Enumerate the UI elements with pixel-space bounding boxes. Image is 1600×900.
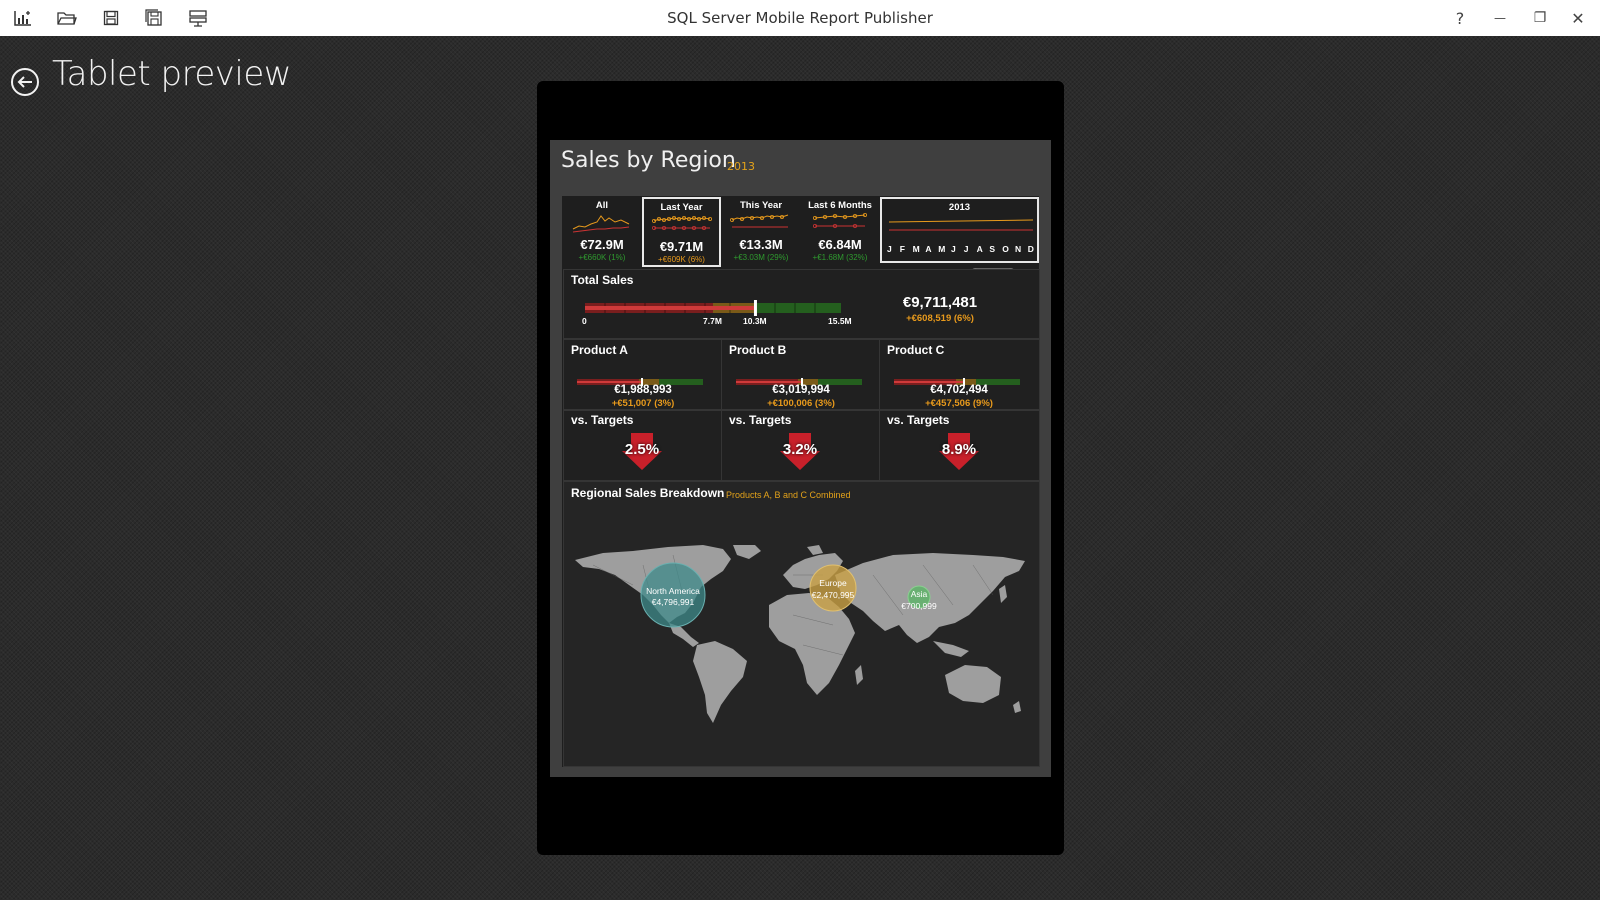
product-value: €1,988,993 xyxy=(614,384,672,396)
timeline-month[interactable]: F xyxy=(900,244,905,254)
timeline-month[interactable]: A xyxy=(925,244,931,254)
back-arrow-icon xyxy=(11,68,39,96)
help-icon: ? xyxy=(1455,8,1465,28)
product-name: Product C xyxy=(887,343,945,357)
timeline-month[interactable]: J xyxy=(964,244,969,254)
sparkline xyxy=(730,214,789,228)
gauge-tick: 15.5M xyxy=(828,316,852,326)
timeline-month[interactable]: M xyxy=(913,244,920,254)
filter-delta: +€609K (6%) xyxy=(658,255,705,264)
dashboard-title: Sales by Region xyxy=(561,148,736,173)
regional-subtitle: Products A, B and C Combined xyxy=(726,490,851,500)
product-delta: +€51,007 (3%) xyxy=(611,398,675,409)
product-name: Product A xyxy=(571,343,628,357)
filter-delta: +€660K (1%) xyxy=(578,253,626,262)
page-title: Tablet preview xyxy=(52,54,292,94)
product-delta: +€457,506 (9%) xyxy=(925,398,993,409)
filter-delta: +€3.03M (29%) xyxy=(733,253,789,262)
restore-icon: ❐ xyxy=(1533,10,1547,26)
bubble-region-label: Asia xyxy=(910,589,928,599)
target-label: vs. Targets xyxy=(729,413,792,427)
help-button[interactable]: ? xyxy=(1442,4,1478,32)
dashboard-year: 2013 xyxy=(727,160,755,173)
gauge-tick: 7.7M xyxy=(703,316,722,326)
filter-delta: +€1.68M (32%) xyxy=(812,253,868,262)
timeline-month[interactable]: D xyxy=(1028,244,1034,254)
close-icon: ✕ xyxy=(1571,8,1585,28)
regional-title: Regional Sales Breakdown xyxy=(571,486,725,500)
timeline-month[interactable]: M xyxy=(938,244,945,254)
target-label: vs. Targets xyxy=(887,413,950,427)
total-sales-label: Total Sales xyxy=(571,273,634,287)
filter-tile-all[interactable]: All €72.9M +€660K (1%) xyxy=(563,197,641,267)
filter-value: €72.9M xyxy=(580,237,624,252)
app-title: SQL Server Mobile Report Publisher xyxy=(667,9,933,27)
target-percent: 3.2% xyxy=(782,441,818,458)
sparkline xyxy=(652,216,713,230)
bubble-value-label: €2,470,995 xyxy=(811,590,855,600)
close-button[interactable]: ✕ xyxy=(1560,4,1596,32)
timeline-month[interactable]: O xyxy=(1002,244,1009,254)
filter-label: This Year xyxy=(739,200,783,211)
target-label: vs. Targets xyxy=(571,413,634,427)
timeline-month[interactable]: J xyxy=(951,244,956,254)
bubble-value-label: €700,999 xyxy=(901,601,937,611)
filter-value: €6.84M xyxy=(818,237,862,252)
bubble-region-label: Europe xyxy=(819,578,847,588)
minimize-button[interactable]: — xyxy=(1482,4,1518,32)
back-button[interactable] xyxy=(10,67,40,97)
sparkline xyxy=(572,215,630,233)
bubble-region-label: North America xyxy=(646,586,700,596)
filter-label: Last 6 Months xyxy=(808,200,872,211)
title-bar: SQL Server Mobile Report Publisher ? — ❐… xyxy=(0,0,1600,36)
product-name: Product B xyxy=(729,343,787,357)
timeline-selector[interactable]: 2013 JFMAMJJASOND xyxy=(880,197,1039,263)
filter-value: €13.3M xyxy=(739,237,783,252)
filter-label: Last Year xyxy=(660,202,703,213)
minimize-icon: — xyxy=(1494,11,1506,25)
target-percent: 2.5% xyxy=(624,441,660,458)
product-value: €3,019,994 xyxy=(772,384,830,396)
timeline-sparkline xyxy=(888,219,1034,231)
total-sales-gauge xyxy=(585,300,841,316)
filter-tile-last-year[interactable]: Last Year €9.71M +€609K (6%) xyxy=(642,197,721,267)
filter-tile-last-6-months[interactable]: Last 6 Months €6.84M +€1.68M (32%) xyxy=(801,197,879,267)
timeline-year: 2013 xyxy=(948,202,971,213)
filter-label: All xyxy=(595,200,609,211)
timeline-month[interactable]: A xyxy=(977,244,983,254)
timeline-month[interactable]: N xyxy=(1015,244,1021,254)
filter-value: €9.71M xyxy=(659,239,704,254)
sparkline xyxy=(813,212,868,228)
restore-button[interactable]: ❐ xyxy=(1522,4,1558,32)
product-value: €4,702,494 xyxy=(930,384,988,396)
total-sales-delta: +€608,519 (6%) xyxy=(906,313,974,324)
bubble-value-label: €4,796,991 xyxy=(651,597,695,607)
timeline-month[interactable]: S xyxy=(989,244,995,254)
gauge-tick: 0 xyxy=(582,316,587,326)
filter-tile-this-year[interactable]: This Year €13.3M +€3.03M (29%) xyxy=(722,197,800,267)
total-sales-value: €9,711,481 xyxy=(902,294,978,311)
timeline-month[interactable]: J xyxy=(887,244,892,254)
target-percent: 8.9% xyxy=(941,441,977,458)
product-delta: +€100,006 (3%) xyxy=(767,398,835,409)
gauge-tick: 10.3M xyxy=(743,316,767,326)
